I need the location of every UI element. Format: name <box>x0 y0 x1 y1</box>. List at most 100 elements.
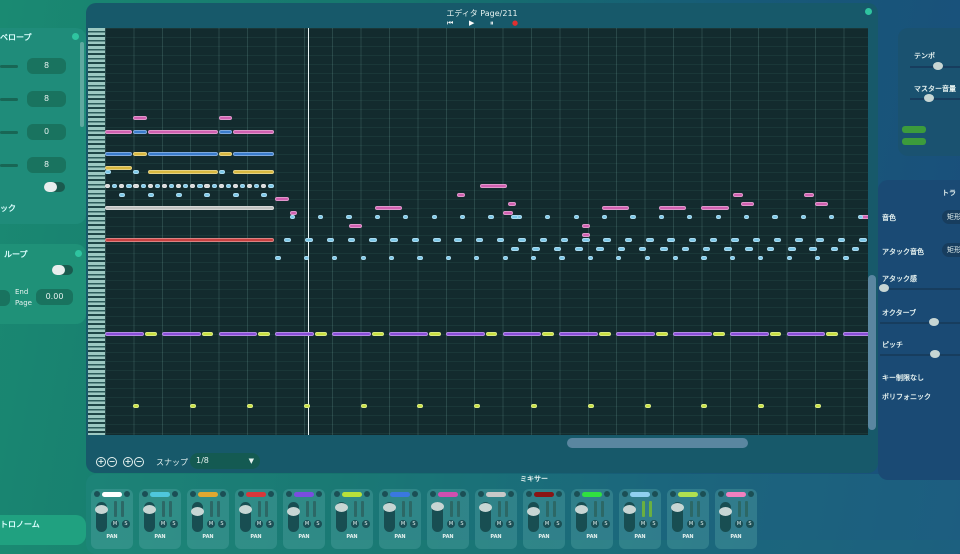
horizontal-scrollbar[interactable] <box>567 438 748 448</box>
next-tone-icon[interactable] <box>748 491 754 497</box>
note[interactable] <box>502 332 542 336</box>
note[interactable] <box>701 404 708 408</box>
note[interactable] <box>617 246 626 251</box>
note[interactable] <box>168 183 175 188</box>
note[interactable] <box>289 210 298 215</box>
note[interactable] <box>603 237 611 242</box>
note[interactable] <box>161 183 168 188</box>
next-tone-icon[interactable] <box>700 491 706 497</box>
note[interactable] <box>539 237 548 242</box>
note[interactable] <box>417 404 424 408</box>
fader-knob[interactable] <box>719 507 732 516</box>
note[interactable] <box>673 332 712 336</box>
fader-knob[interactable] <box>287 507 300 516</box>
next-tone-icon[interactable] <box>364 491 370 497</box>
fader-knob[interactable] <box>335 503 348 512</box>
note[interactable] <box>587 404 594 408</box>
note[interactable] <box>772 215 778 219</box>
fader-knob[interactable] <box>623 505 636 514</box>
envelope-toggle[interactable] <box>44 182 65 192</box>
note[interactable] <box>283 237 292 242</box>
note[interactable] <box>644 255 650 260</box>
note[interactable] <box>553 246 562 251</box>
prev-tone-icon[interactable] <box>94 491 100 497</box>
note[interactable] <box>826 332 839 336</box>
fader-knob[interactable] <box>575 505 588 514</box>
note[interactable] <box>133 129 147 134</box>
solo-button[interactable]: S <box>650 520 658 528</box>
note[interactable] <box>105 170 112 174</box>
note[interactable] <box>788 246 796 251</box>
note[interactable] <box>744 215 750 219</box>
pitch-slider[interactable] <box>930 350 940 358</box>
note[interactable] <box>140 183 146 188</box>
note[interactable] <box>347 237 356 242</box>
note[interactable] <box>332 332 371 336</box>
note[interactable] <box>616 332 655 336</box>
solo-button[interactable]: S <box>602 520 610 528</box>
note[interactable] <box>724 246 732 251</box>
next-tone-icon[interactable] <box>460 491 466 497</box>
note[interactable] <box>254 183 260 188</box>
note[interactable] <box>752 237 761 242</box>
note[interactable] <box>542 332 555 336</box>
piano-keyboard[interactable] <box>88 28 105 435</box>
no-key-limit-option[interactable]: キー制限なし <box>882 373 924 383</box>
note[interactable] <box>119 192 126 197</box>
attack-slider[interactable] <box>879 284 889 292</box>
note[interactable] <box>485 332 498 336</box>
note[interactable] <box>688 237 697 242</box>
note[interactable] <box>602 206 630 210</box>
note[interactable] <box>702 246 711 251</box>
octave-slider[interactable] <box>929 318 939 326</box>
next-tone-icon[interactable] <box>220 491 226 497</box>
note[interactable] <box>630 215 636 219</box>
note[interactable] <box>587 255 594 260</box>
note[interactable] <box>147 170 218 174</box>
zoom-in-h-icon[interactable]: + <box>96 457 106 467</box>
note[interactable] <box>261 192 268 197</box>
note[interactable] <box>732 192 743 197</box>
prev-tone-icon[interactable] <box>286 491 292 497</box>
note[interactable] <box>815 404 822 408</box>
note[interactable] <box>218 183 224 188</box>
left-scrollbar[interactable] <box>80 42 84 127</box>
note[interactable] <box>816 237 824 242</box>
note[interactable] <box>474 255 480 260</box>
end-page-field[interactable]: 0.00 <box>36 289 73 305</box>
fader-knob[interactable] <box>191 507 204 516</box>
note[interactable] <box>232 152 275 156</box>
note[interactable] <box>667 237 675 242</box>
mute-button[interactable]: M <box>255 520 263 528</box>
note[interactable] <box>843 255 849 260</box>
note[interactable] <box>454 237 462 242</box>
playhead[interactable] <box>308 28 310 435</box>
note[interactable] <box>147 183 153 188</box>
note[interactable] <box>479 183 508 188</box>
note[interactable] <box>433 237 441 242</box>
solo-button[interactable]: S <box>314 520 322 528</box>
note[interactable] <box>624 237 633 242</box>
note[interactable] <box>326 237 335 242</box>
mute-button[interactable]: M <box>351 520 359 528</box>
note[interactable] <box>411 237 420 242</box>
prev-tone-icon[interactable] <box>334 491 340 497</box>
solo-button[interactable]: S <box>506 520 514 528</box>
note[interactable] <box>428 332 441 336</box>
note[interactable] <box>460 215 466 219</box>
mute-button[interactable]: M <box>639 520 647 528</box>
note[interactable] <box>147 129 218 134</box>
note[interactable] <box>560 237 569 242</box>
play-button[interactable]: ▶ <box>469 19 474 27</box>
note[interactable] <box>559 332 599 336</box>
fader-knob[interactable] <box>143 505 156 514</box>
note[interactable] <box>349 224 363 228</box>
next-tone-icon[interactable] <box>412 491 418 497</box>
fader-knob[interactable] <box>239 505 252 514</box>
note[interactable] <box>176 183 182 188</box>
loop-toggle[interactable] <box>52 265 73 275</box>
note[interactable] <box>315 332 327 336</box>
mute-button[interactable]: M <box>207 520 215 528</box>
note[interactable] <box>318 215 324 219</box>
note[interactable] <box>803 192 814 197</box>
